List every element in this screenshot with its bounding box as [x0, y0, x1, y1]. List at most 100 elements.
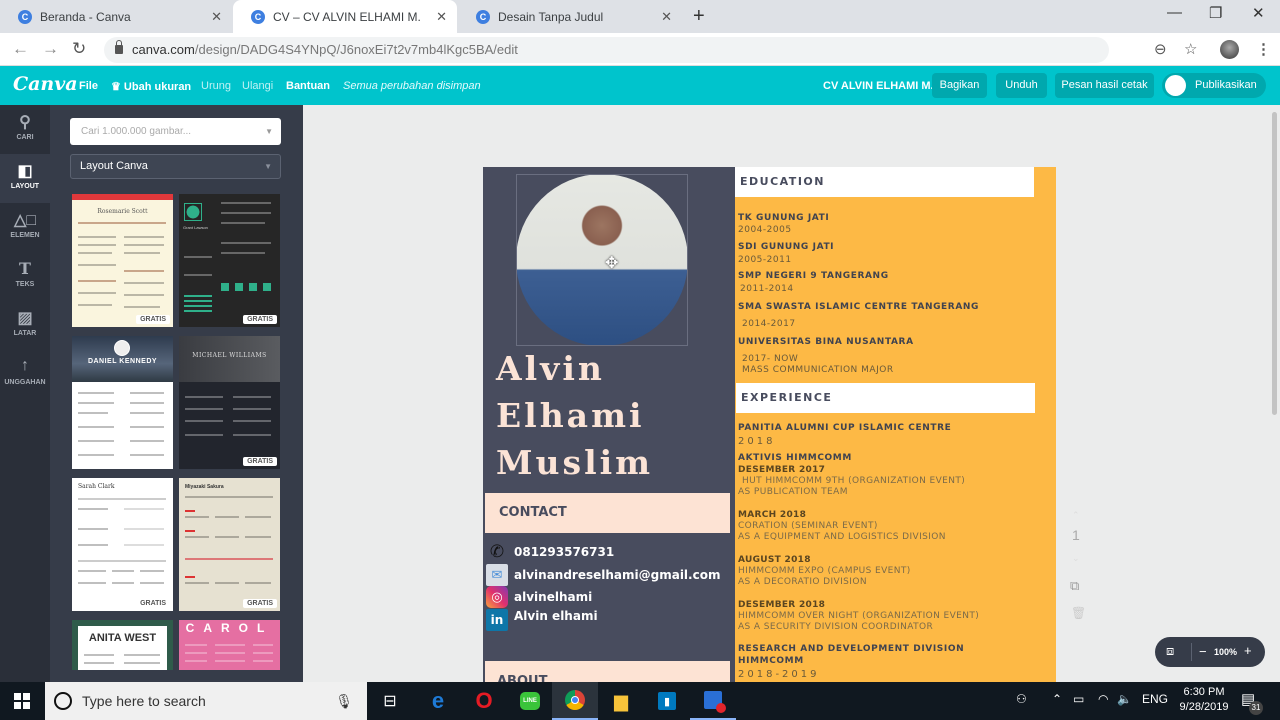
reload-button[interactable]: ↻: [72, 39, 86, 59]
contact-linkedin[interactable]: in Alvin elhami: [486, 609, 598, 631]
screen-recorder-icon[interactable]: [690, 682, 736, 720]
move-page-up-icon[interactable]: ⌃: [1072, 510, 1080, 521]
edu-school[interactable]: TK GUNUNG JATI: [738, 213, 829, 223]
rail-item-layout[interactable]: ◧ LAYOUT: [0, 154, 50, 203]
undo-button[interactable]: Urung: [201, 80, 231, 92]
people-icon[interactable]: ⚇: [1016, 692, 1027, 706]
exp-date[interactable]: DESEMBER 2018: [738, 600, 825, 610]
contact-phone[interactable]: ✆ 081293576731: [486, 541, 614, 563]
show-hidden-icons[interactable]: ⌃: [1052, 692, 1062, 706]
rail-item-text[interactable]: T TEKS: [0, 252, 50, 301]
experience-heading[interactable]: EXPERIENCE: [736, 383, 1035, 413]
profile-avatar[interactable]: [1220, 40, 1239, 59]
exp-title[interactable]: RESEARCH AND DEVELOPMENT DIVISION: [738, 644, 964, 654]
education-heading[interactable]: EDUCATION: [735, 167, 1034, 197]
redo-button[interactable]: Ulangi: [242, 80, 273, 92]
canvas-scrollbar[interactable]: [1272, 112, 1277, 415]
file-explorer-icon[interactable]: ▆: [598, 682, 644, 720]
zoom-page-icon[interactable]: ⊖: [1154, 40, 1167, 58]
trello-icon[interactable]: ▮: [644, 682, 690, 720]
taskbar-search-input[interactable]: Type here to search 🎙: [45, 682, 367, 720]
cv-full-name[interactable]: Alvin Elhami Muslim: [496, 345, 653, 486]
file-menu[interactable]: File: [79, 80, 98, 92]
edu-note[interactable]: MASS COMMUNICATION MAJOR: [742, 365, 894, 375]
edu-years[interactable]: 2011-2014: [740, 284, 794, 294]
template-miyazaki-sakura[interactable]: Miyazaki Sakura GRATIS: [179, 478, 280, 611]
about-heading[interactable]: ABOUT: [485, 661, 730, 682]
template-sarah-clark[interactable]: Sarah Clark GRATIS: [72, 478, 173, 611]
delete-page-icon[interactable]: 🗑: [1071, 606, 1086, 620]
template-grant-lawson[interactable]: Grant Lawson GRATIS: [179, 194, 280, 327]
close-tab-icon[interactable]: ✕: [211, 9, 222, 25]
minimize-button[interactable]: —: [1167, 4, 1182, 21]
volume-icon[interactable]: 🔈: [1117, 692, 1132, 706]
forward-button[interactable]: →: [42, 39, 59, 59]
tab-cv[interactable]: C CV – CV ALVIN ELHAMI M. ✕: [233, 0, 457, 33]
contact-email[interactable]: ✉ alvinandreselhami@gmail.com: [486, 564, 720, 586]
present-icon[interactable]: ⧈: [1166, 643, 1174, 659]
share-button[interactable]: Bagikan: [932, 73, 987, 98]
chrome-icon[interactable]: [552, 682, 598, 720]
print-order-button[interactable]: Pesan hasil cetak: [1055, 73, 1154, 98]
download-button[interactable]: Unduh: [996, 73, 1047, 98]
windows-start-icon[interactable]: [14, 693, 30, 709]
line-app-icon[interactable]: LINE: [507, 682, 553, 720]
move-page-down-icon[interactable]: ⌄: [1072, 553, 1080, 564]
url-input[interactable]: canva.com/design/DADG4S4YNpQ/J6noxEi7t2v…: [104, 37, 1109, 63]
rail-item-elements[interactable]: △□ ELEMEN: [0, 203, 50, 252]
edu-years[interactable]: 2004-2005: [738, 225, 792, 235]
exp-event[interactable]: HUT HIMMCOMM 9TH (ORGANIZATION EVENT): [742, 476, 965, 486]
close-tab-icon[interactable]: ✕: [661, 9, 672, 25]
edu-school[interactable]: SMA SWASTA ISLAMIC CENTRE TANGERANG: [738, 302, 979, 312]
exp-event[interactable]: HIMMCOMM EXPO (CAMPUS EVENT): [738, 566, 911, 576]
bookmark-star-icon[interactable]: ☆: [1184, 40, 1197, 58]
document-title[interactable]: CV ALVIN ELHAMI M.: [823, 80, 934, 92]
battery-icon[interactable]: ▭: [1073, 692, 1084, 706]
clock[interactable]: 6:30 PM 9/28/2019: [1176, 685, 1232, 715]
microphone-icon[interactable]: 🎙: [335, 682, 353, 720]
exp-title[interactable]: AKTIVIS HIMMCOMM: [738, 453, 852, 463]
edu-school[interactable]: SDI GUNUNG JATI: [738, 242, 834, 252]
language-indicator[interactable]: ENG: [1142, 692, 1168, 706]
exp-role[interactable]: AS PUBLICATION TEAM: [738, 487, 848, 497]
design-page[interactable]: ✥ Alvin Elhami Muslim CONTACT ✆ 08129357…: [483, 167, 1056, 682]
edu-years[interactable]: 2005-2011: [738, 255, 792, 265]
contact-instagram[interactable]: ◎ alvinelhami: [486, 586, 592, 608]
task-view-icon[interactable]: ⊟: [367, 682, 413, 720]
edu-years[interactable]: 2017- NOW: [742, 354, 798, 364]
edge-icon[interactable]: e: [415, 682, 461, 720]
exp-event[interactable]: CORATION (SEMINAR EVENT): [738, 521, 878, 531]
template-daniel-kennedy[interactable]: DANIEL KENNEDY: [72, 336, 173, 469]
close-tab-icon[interactable]: ✕: [436, 9, 447, 25]
layout-source-select[interactable]: Layout Canva ▼: [70, 154, 281, 179]
close-window-button[interactable]: ✕: [1252, 4, 1265, 22]
image-search-input[interactable]: Cari 1.000.000 gambar... ▼: [70, 118, 281, 145]
help-menu[interactable]: Bantuan: [286, 80, 330, 92]
zoom-in-button[interactable]: +: [1244, 643, 1252, 658]
exp-year[interactable]: 2018-2019: [738, 669, 820, 680]
zoom-out-button[interactable]: −: [1199, 644, 1207, 659]
tab-beranda[interactable]: C Beranda - Canva ✕: [0, 0, 232, 33]
rail-item-upload[interactable]: ↑ UNGGAHAN: [0, 350, 50, 399]
rail-item-search[interactable]: ⚲ CARI: [0, 105, 50, 154]
opera-icon[interactable]: O: [461, 682, 507, 720]
back-button[interactable]: ←: [12, 39, 29, 59]
wifi-icon[interactable]: ◠: [1098, 692, 1108, 706]
new-tab-button[interactable]: +: [693, 5, 705, 28]
zoom-level[interactable]: 100%: [1214, 647, 1237, 657]
exp-date[interactable]: AUGUST 2018: [738, 555, 811, 565]
exp-role[interactable]: AS A SECURITY DIVISION COORDINATOR: [738, 622, 933, 632]
exp-title-line2[interactable]: HIMMCOMM: [738, 656, 804, 666]
canva-logo[interactable]: Canva: [13, 73, 78, 95]
exp-role[interactable]: AS A EQUIPMENT AND LOGISTICS DIVISION: [738, 532, 946, 542]
resize-button[interactable]: ♛ Ubah ukuran: [111, 80, 191, 93]
contact-heading[interactable]: CONTACT: [485, 493, 730, 533]
edu-years[interactable]: 2014-2017: [742, 319, 796, 329]
restore-button[interactable]: ❐: [1209, 4, 1222, 22]
template-rosemarie-scott[interactable]: Rosemarie Scott GRATIS: [72, 194, 173, 327]
template-carol[interactable]: CAROL: [179, 620, 280, 670]
exp-date[interactable]: MARCH 2018: [738, 510, 806, 520]
template-anita-west[interactable]: ANITA WEST: [72, 620, 173, 670]
browser-menu-icon[interactable]: ⋮: [1256, 40, 1271, 58]
exp-date[interactable]: DESEMBER 2017: [738, 465, 825, 475]
